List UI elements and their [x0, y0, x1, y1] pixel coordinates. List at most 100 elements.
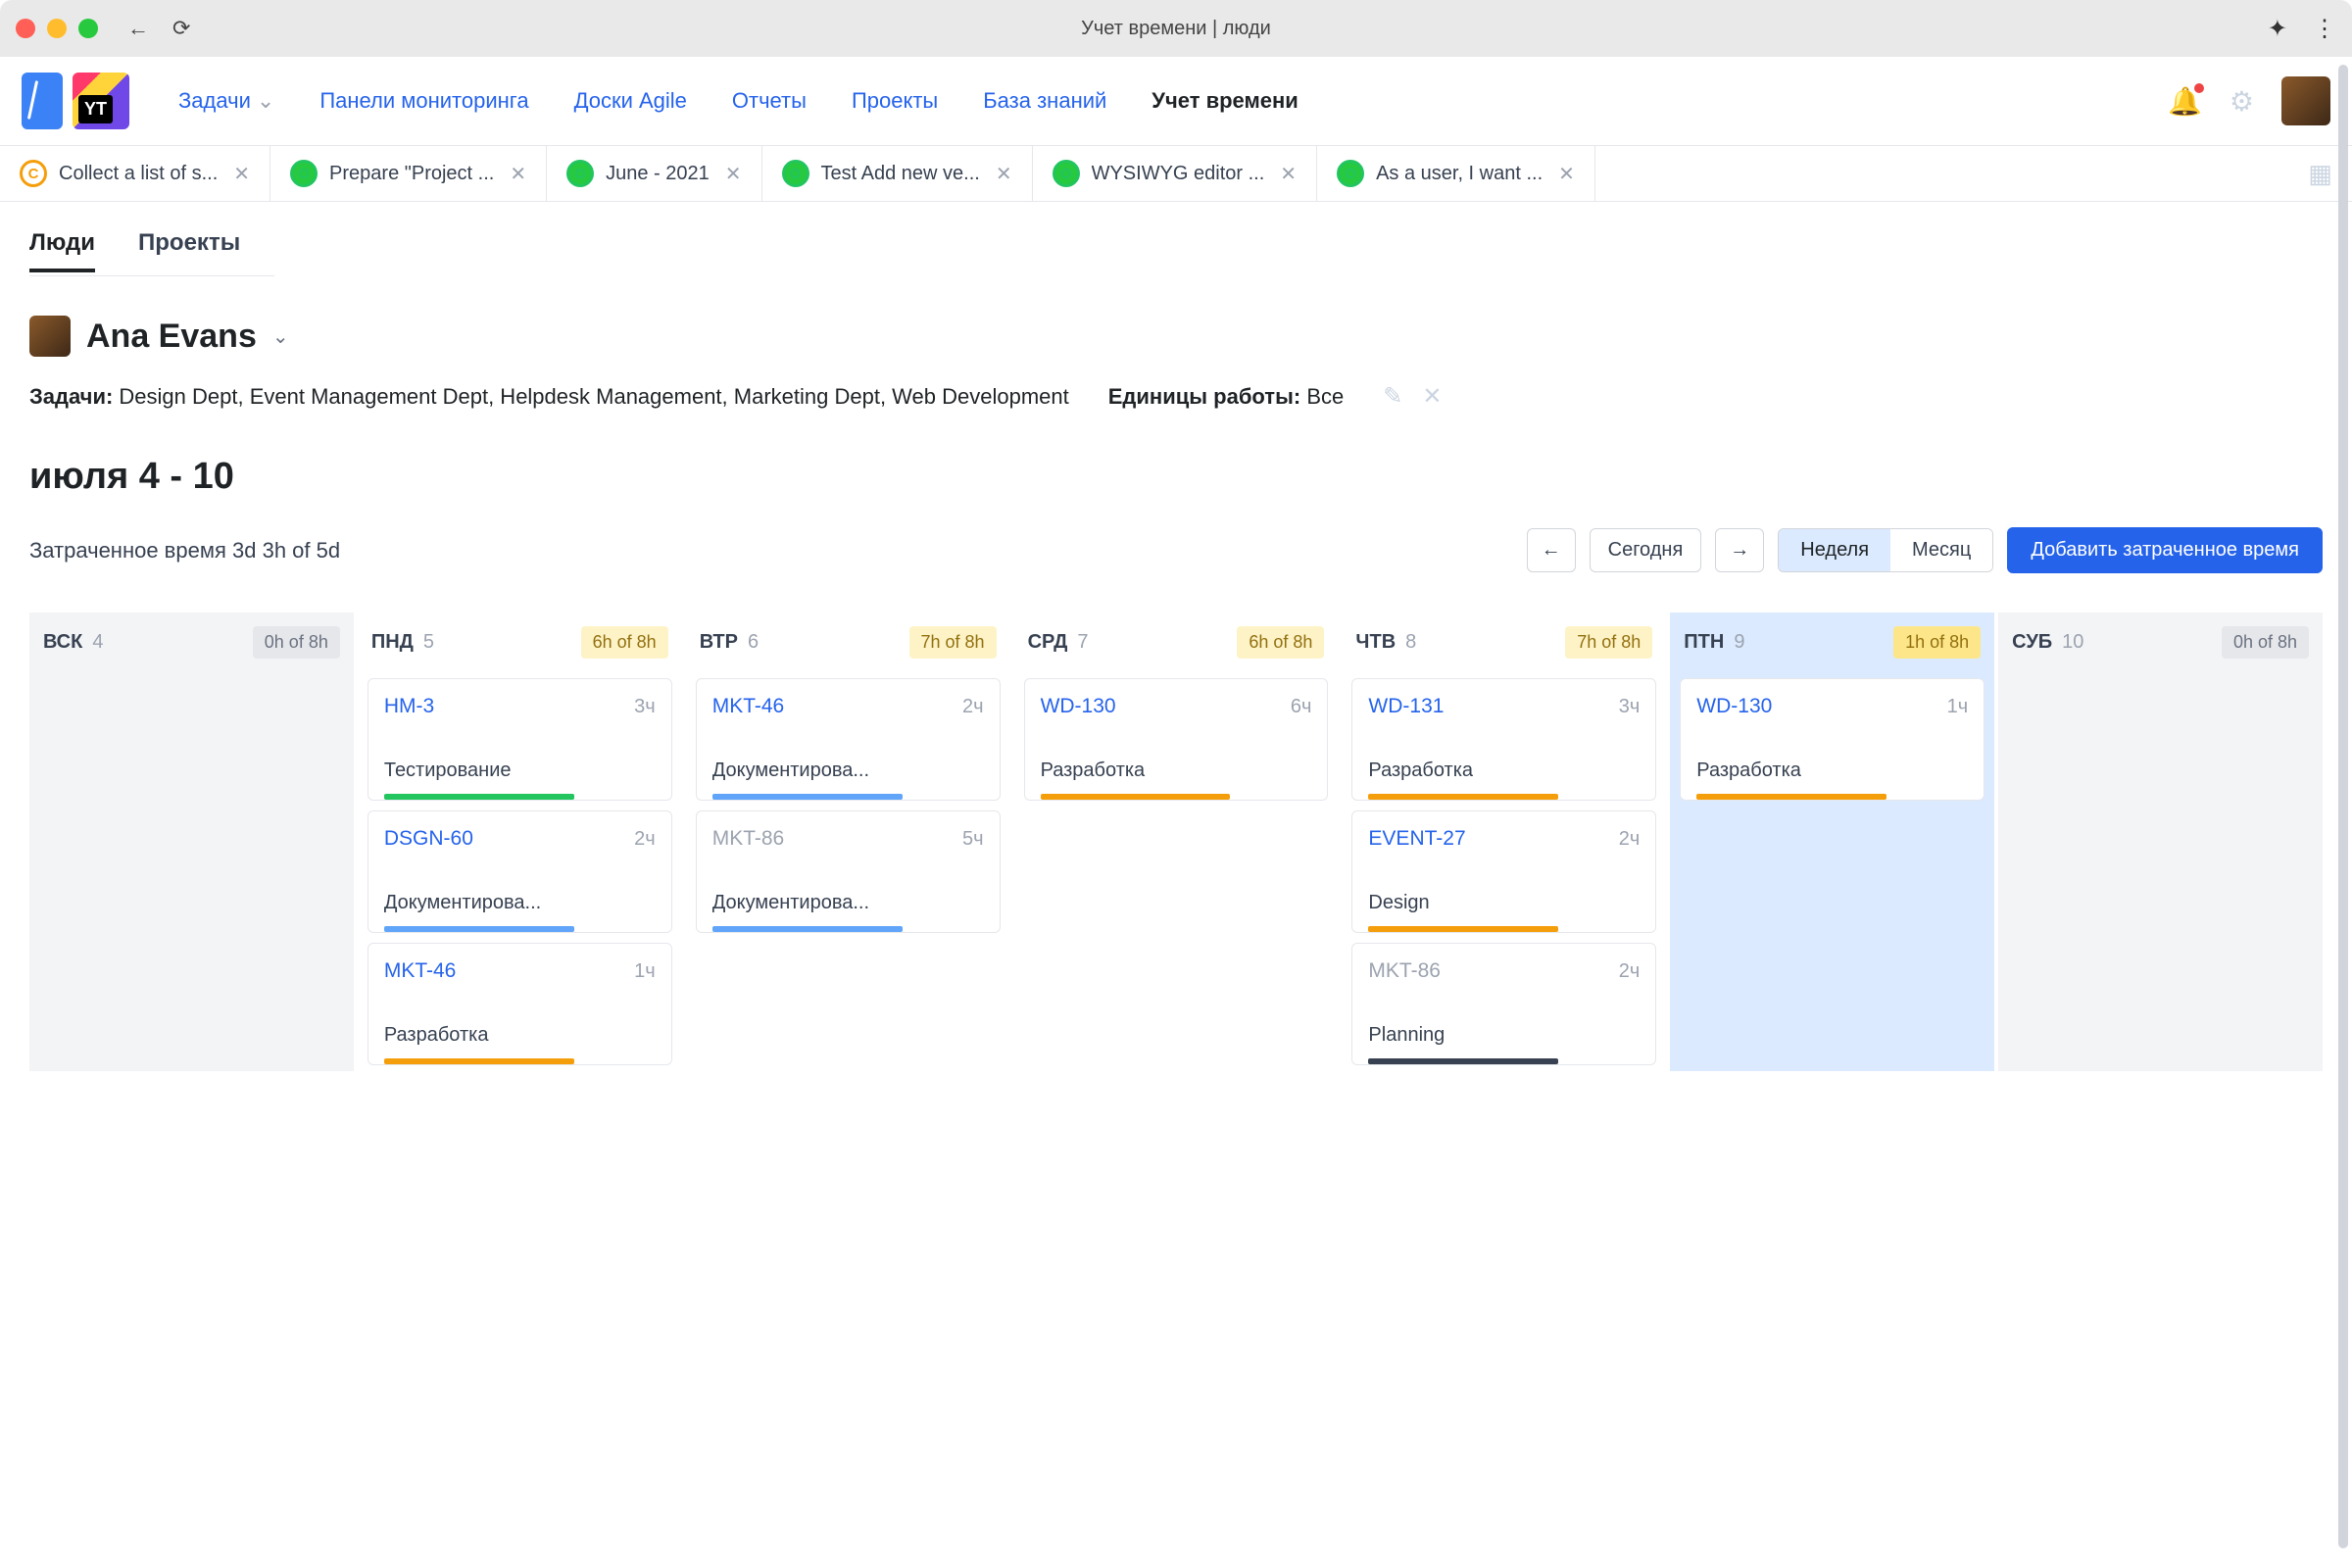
entry-activity: Разработка [1041, 760, 1312, 794]
day-number: 8 [1405, 631, 1416, 654]
close-icon[interactable]: ✕ [725, 162, 742, 186]
entry-hours: 3ч [634, 696, 656, 718]
day-name: СУБ [2012, 631, 2052, 654]
issue-id[interactable]: EVENT-27 [1368, 827, 1465, 851]
issue-type-icon: O [1337, 160, 1364, 187]
window-title: Учет времени | люди [1081, 18, 1271, 40]
issue-id[interactable]: HM-3 [384, 695, 434, 718]
app-logo-secondary[interactable] [22, 73, 63, 129]
entry-hours: 2ч [962, 696, 984, 718]
issue-id[interactable]: WD-130 [1696, 695, 1772, 718]
entry-activity: Разработка [1696, 760, 1968, 794]
more-icon[interactable]: ⋮ [2313, 15, 2336, 43]
issue-tab[interactable]: OAs a user, I want ...✕ [1317, 146, 1595, 201]
issue-type-icon: O [782, 160, 809, 187]
issue-id[interactable]: MKT-86 [1368, 959, 1441, 983]
close-icon[interactable]: ✕ [1558, 162, 1575, 186]
issue-tab[interactable]: CCollect a list of s...✕ [0, 146, 270, 201]
close-icon[interactable]: ✕ [510, 162, 526, 186]
time-entry-card[interactable]: WD-130 1ч Разработка [1680, 678, 1984, 801]
main-nav: Задачи⌄ Панели мониторинга Доски Agile Отче… [0, 57, 2352, 145]
extension-icon[interactable]: ✦ [2268, 15, 2287, 43]
issue-type-icon: O [290, 160, 318, 187]
chevron-down-icon: ⌄ [257, 88, 274, 114]
nav-база-знаний[interactable]: База знаний [983, 88, 1106, 114]
issue-id[interactable]: MKT-86 [712, 827, 785, 851]
day-column: СРД76h of 8hWD-1306чРазработка [1014, 612, 1339, 1071]
issue-id[interactable]: MKT-46 [712, 695, 785, 718]
day-name: ВСК [43, 631, 82, 654]
add-time-button[interactable]: Добавить затраченное время [2007, 527, 2323, 573]
entry-hours: 3ч [1619, 696, 1641, 718]
time-entry-card[interactable]: MKT-862чPlanning [1351, 943, 1656, 1065]
period-toggle: Неделя Месяц [1778, 528, 1993, 572]
scrollbar[interactable] [2338, 65, 2348, 1548]
close-window[interactable] [16, 19, 35, 38]
back-icon[interactable]: ← [127, 16, 149, 41]
entry-activity: Разработка [384, 1024, 656, 1058]
nav-учет-времени[interactable]: Учет времени [1152, 88, 1298, 114]
time-entry-card[interactable]: WD-131 3ч Разработка [1351, 678, 1656, 801]
issue-tab[interactable]: OWYSIWYG editor ...✕ [1033, 146, 1317, 201]
view-tab-Проекты[interactable]: Проекты [138, 229, 240, 272]
close-icon[interactable]: ✕ [233, 162, 250, 186]
work-units: Единицы работы: Все [1108, 384, 1345, 410]
minimize-window[interactable] [47, 19, 67, 38]
issue-id[interactable]: MKT-46 [384, 959, 457, 983]
status-bar [1368, 926, 1558, 932]
time-entry-card[interactable]: DSGN-602чДокументирова... [368, 810, 672, 933]
day-column: ЧТВ87h of 8hWD-1313чРазработкаEVENT-272ч… [1342, 612, 1666, 1071]
nav-задачи[interactable]: Задачи⌄ [178, 88, 274, 114]
clear-icon[interactable]: ✕ [1422, 382, 1442, 411]
day-number: 6 [748, 631, 759, 654]
issue-tab[interactable]: O Test Add new ve... ✕ [762, 146, 1033, 201]
app-logo-youtrack[interactable] [73, 73, 129, 129]
status-bar [1368, 1058, 1558, 1064]
time-entry-card[interactable]: MKT-462чДокументирова... [696, 678, 1001, 801]
time-entry-card[interactable]: MKT-46 1ч Разработка [368, 943, 672, 1065]
day-hours-badge: 0h of 8h [253, 626, 340, 659]
close-icon[interactable]: ✕ [996, 162, 1012, 186]
next-period-button[interactable]: → [1715, 528, 1764, 572]
issue-id[interactable]: DSGN-60 [384, 827, 473, 851]
nav-доски-agile[interactable]: Доски Agile [574, 88, 687, 114]
entry-hours: 1ч [1947, 696, 1969, 718]
notifications-icon[interactable]: 🔔 [2168, 85, 2202, 118]
week-toggle[interactable]: Неделя [1779, 529, 1890, 571]
issue-tab[interactable]: OJune - 2021✕ [547, 146, 761, 201]
day-number: 5 [423, 631, 434, 654]
time-entry-card[interactable]: HM-33чТестирование [368, 678, 672, 801]
today-button[interactable]: Сегодня [1590, 528, 1702, 572]
status-bar [1696, 794, 1886, 800]
issue-id[interactable]: WD-131 [1368, 695, 1444, 718]
maximize-window[interactable] [78, 19, 98, 38]
settings-icon[interactable]: ⚙ [2230, 85, 2254, 118]
nav-проекты[interactable]: Проекты [852, 88, 938, 114]
time-entry-card[interactable]: EVENT-272чDesign [1351, 810, 1656, 933]
nav-отчеты[interactable]: Отчеты [732, 88, 807, 114]
entry-hours: 2ч [1619, 960, 1641, 983]
time-entry-card[interactable]: MKT-865чДокументирова... [696, 810, 1001, 933]
day-name: ВТР [700, 631, 738, 654]
issue-type-icon: C [20, 160, 47, 187]
issue-tab[interactable]: OPrepare "Project ...✕ [270, 146, 547, 201]
user-name[interactable]: Ana Evans [86, 318, 257, 356]
nav-панели-мониторинга[interactable]: Панели мониторинга [319, 88, 528, 114]
reload-icon[interactable]: ⟳ [172, 16, 190, 41]
edit-icon[interactable]: ✎ [1383, 382, 1402, 411]
prev-period-button[interactable]: ← [1527, 528, 1576, 572]
view-tab-Люди[interactable]: Люди [29, 229, 95, 272]
time-entry-card[interactable]: WD-1306чРазработка [1024, 678, 1329, 801]
avatar[interactable] [2281, 76, 2330, 125]
entry-hours: 2ч [1619, 828, 1641, 851]
chevron-down-icon[interactable]: ⌄ [272, 324, 289, 349]
day-hours-badge: 7h of 8h [1565, 626, 1652, 659]
entry-hours: 1ч [634, 960, 656, 983]
status-bar [712, 926, 903, 932]
issue-id[interactable]: WD-130 [1041, 695, 1116, 718]
issue-tab-label: Test Add new ve... [821, 163, 980, 185]
month-toggle[interactable]: Месяц [1890, 529, 1992, 571]
close-icon[interactable]: ✕ [1280, 162, 1297, 186]
entry-activity: Разработка [1368, 760, 1640, 794]
issue-type-icon: O [1053, 160, 1080, 187]
